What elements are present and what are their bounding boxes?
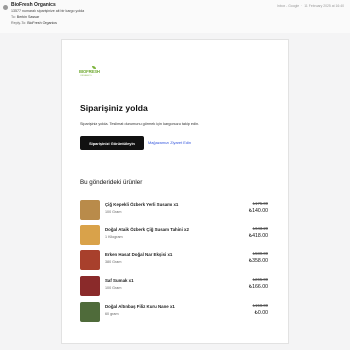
logo-subtext: ORGANICS [80,75,92,77]
sale-price: ₺0.00 [254,310,268,316]
order-description: Siparişiniz yolda. Teslimat durumunu gör… [80,122,200,126]
product-quantity: 380 Gram [105,260,122,264]
email-date: 11 February 2025 at 16:40 [304,4,344,8]
product-thumbnail [80,225,100,245]
sender-name[interactable]: BioFresh Organics [11,2,56,8]
reply-to-value[interactable]: BioFresh Organics [27,21,57,25]
to-value[interactable]: Berkin Sassar [17,15,39,19]
original-price: ₺643.20 [252,226,268,231]
product-name: Saf Sumak x1 [105,278,134,283]
email-meta: Inbox - Google · 11 February 2025 at 16:40 [276,4,344,8]
folder-label[interactable]: Inbox - Google [277,4,299,8]
product-name: Doğal Ataik Özberk Çiğ Susam Tahini x2 [105,227,189,232]
product-quantity: 100 Gram [105,286,122,290]
to-label: To: [11,15,16,19]
email-header: BioFresh Organics 13577 numaralı sipariş… [0,0,350,33]
sale-price: ₺358.00 [248,258,268,264]
reply-to-line: Reply-To: BioFresh Organics [11,21,57,25]
email-subject: 13577 numaralı siparişinize ait bir karg… [11,9,85,13]
product-row: Saf Sumak x1 100 Gram ₺265.00 ₺166.00 [80,276,272,298]
email-body-card: BIOFRESH ORGANICS Siparişiniz yolda Sipa… [61,39,289,344]
original-price: ₺175.00 [252,201,268,206]
product-name: Doğal Altınbaş Filiz Kuru Nane x1 [105,304,175,309]
product-thumbnail [80,302,100,322]
product-row: Erken Hasat Doğal Nar Ekşisi x1 380 Gram… [80,250,272,272]
product-name: Erken Hasat Doğal Nar Ekşisi x1 [105,252,173,257]
original-price: ₺265.00 [252,277,268,282]
visit-store-link[interactable]: Mağazamızı Ziyaret Edin [148,140,191,145]
reply-to-label: Reply-To: [11,21,27,25]
original-price: ₺158.00 [252,303,268,308]
product-row: Doğal Ataik Özberk Çiğ Susam Tahini x2 1… [80,225,272,247]
page-title: Siparişiniz yolda [80,103,148,113]
product-quantity: 60 gram [105,312,119,316]
to-line: To: Berkin Sassar [11,15,39,19]
product-row: Çiğ Kepekli Özberk Yerli Susamı x1 100 G… [80,200,272,222]
logo-text: BIOFRESH [79,69,100,74]
brand-logo: BIOFRESH ORGANICS [79,66,101,84]
view-order-button[interactable]: Siparişinizi Görüntüleyin [80,136,144,150]
product-thumbnail [80,250,100,270]
product-quantity: 100 Gram [105,210,122,214]
sale-price: ₺166.00 [248,284,268,290]
product-row: Doğal Altınbaş Filiz Kuru Nane x1 60 gra… [80,302,272,324]
sender-avatar [3,5,8,10]
sale-price: ₺418.00 [248,233,268,239]
product-thumbnail [80,276,100,296]
product-quantity: 1 Kilogram [105,235,123,239]
original-price: ₺580.00 [252,251,268,256]
sale-price: ₺140.00 [248,208,268,214]
shipment-section-title: Bu gönderideki ürünler [80,179,143,186]
product-thumbnail [80,200,100,220]
product-name: Çiğ Kepekli Özberk Yerli Susamı x1 [105,202,179,207]
